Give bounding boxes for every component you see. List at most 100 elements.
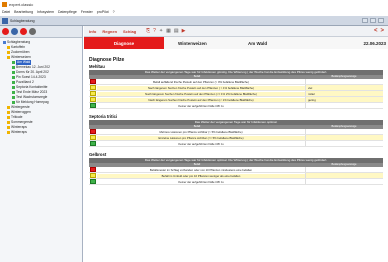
menu-item-0[interactable]: Datei [2, 10, 10, 14]
app-icon [2, 1, 7, 7]
tree-node-icon [12, 76, 15, 79]
minimize-button[interactable] [362, 18, 368, 23]
document-icon [2, 17, 8, 24]
status-indicator-icon[interactable] [90, 97, 96, 102]
tree-node-icon [7, 51, 10, 54]
wand-icon[interactable]: ✦ [159, 28, 163, 34]
row-value [305, 103, 383, 108]
menu-item-6[interactable]: ? [113, 10, 115, 14]
delete-icon[interactable] [20, 28, 27, 35]
document-titlebar: Schlagberatung [0, 16, 388, 26]
row-description: Befall auffallend frische Pusteln auf de… [153, 79, 249, 84]
row-value [305, 167, 383, 172]
menu-item-2[interactable]: Infosystem [37, 10, 54, 14]
menu-item-1[interactable]: Bearbeitung [14, 10, 33, 14]
close-button[interactable] [378, 18, 384, 23]
tree-item[interactable]: Winterraps [3, 130, 82, 135]
tree-item-label: Winterraps [11, 130, 27, 134]
diagnosis-banner: Diagnose Winterweizen Am Wald 22.06.2023 [84, 37, 388, 49]
row-description: Befallsnester im Schlag vorhanden oder v… [149, 167, 253, 172]
status-indicator-icon[interactable] [90, 103, 96, 108]
previous-arrow-icon[interactable]: < [374, 28, 378, 34]
row-value [305, 135, 383, 140]
row-description: Nach längerem Suchen frische Pusteln auf… [97, 91, 305, 96]
next-arrow-icon[interactable]: > [380, 28, 384, 34]
sidebar-toolbar [0, 26, 82, 38]
status-indicator-icon[interactable] [90, 167, 96, 172]
row-description: Keiner der aufgeführten Fälle trifft zu [178, 179, 224, 184]
calendar-icon[interactable]: ▤ [174, 28, 179, 34]
section-title: Mehltau [89, 64, 105, 69]
window-controls [362, 18, 384, 23]
field-label: Am Wald [248, 40, 268, 46]
table-row[interactable]: Keiner der aufgeführten Fälle trifft zu [89, 141, 383, 147]
menu-item-3[interactable]: Datenpflege [58, 10, 77, 14]
row-value [305, 173, 383, 178]
tree-node-icon [7, 46, 10, 49]
crop-tree: Schlagberatung Kartoffeln Zuckerrüben Winte… [0, 38, 82, 135]
row-description: Keiner der aufgeführten Fälle trifft zu [178, 141, 224, 146]
nav-toolbar: ⎘ ? ✦ ▦ ▤ ▶ [146, 28, 186, 34]
column-header-result: Befall [193, 75, 201, 78]
row-description: Nach längerem Suchen frische Pusteln auf… [97, 85, 305, 90]
module-label: Diagnose [84, 37, 164, 49]
stop-icon[interactable] [2, 28, 9, 35]
row-value [305, 141, 383, 146]
status-indicator-icon[interactable] [90, 135, 96, 140]
tree-node-icon [7, 111, 10, 114]
status-indicator-icon[interactable] [90, 179, 96, 184]
nav-tabs: Info Regnen Schlag ⎘ ? ✦ ▦ ▤ ▶ < > [84, 26, 388, 37]
tree-node-icon [7, 56, 10, 59]
status-indicator-icon[interactable] [90, 141, 96, 146]
table-row[interactable]: Keiner der aufgeführten Fälle trifft zu [89, 103, 383, 109]
tab-schlag[interactable]: Schlag [123, 29, 136, 34]
diagnosis-content: Diagnose Pilze Mehltau Das Wetter der ver… [84, 49, 388, 185]
status-indicator-icon[interactable] [90, 85, 96, 90]
row-value [305, 179, 383, 184]
row-description: Keiner der aufgeführten Fälle trifft zu [178, 103, 224, 108]
tree-node-icon [12, 91, 15, 94]
tree-node-icon [12, 101, 15, 104]
nav-arrows: < > [374, 28, 384, 34]
date-label: 22.06.2023 [363, 40, 386, 46]
section-title: Septoria tritici [89, 114, 118, 119]
status-indicator-icon[interactable] [90, 91, 96, 96]
maximize-button[interactable] [370, 18, 376, 23]
row-description: Nach längerem Suchen frische Pusteln auf… [97, 97, 305, 102]
main-panel: Info Regnen Schlag ⎘ ? ✦ ▦ ▤ ▶ < > Diagn… [84, 26, 388, 262]
tree-node-icon [7, 131, 10, 134]
app-title: expert.classic [9, 1, 34, 7]
tree-node-icon [7, 106, 10, 109]
grid-icon[interactable]: ▦ [166, 28, 171, 34]
status-indicator-icon[interactable] [90, 173, 96, 178]
sidebar: Schlagberatung Kartoffeln Zuckerrüben Winte… [0, 26, 83, 262]
table-row[interactable]: Keiner der aufgeführten Fälle trifft zu [89, 179, 383, 185]
tree-node-icon [12, 81, 15, 84]
menu-item-4[interactable]: Fenster [81, 10, 93, 14]
tab-info[interactable]: Info [89, 29, 96, 34]
row-value: viel [305, 85, 383, 90]
column-header-result: Befall [193, 125, 201, 128]
printer-icon[interactable]: ⎘ [146, 28, 150, 34]
row-description: Einzelne Läsionen pro Pflanze sichtbar (… [97, 135, 305, 140]
crop-label: Winterweizen [178, 40, 207, 46]
tree-node-icon [7, 116, 10, 119]
tree-node-icon [12, 96, 15, 99]
tree-node-icon [3, 41, 6, 44]
column-header-result: Befall [193, 163, 201, 166]
tree-node-icon [7, 126, 10, 129]
help-icon[interactable]: ? [153, 28, 156, 34]
tree-node-icon [7, 121, 10, 124]
row-description: Befall im Umfeld oder pro 10 Pflanzen we… [97, 173, 305, 178]
menu-item-5[interactable]: proPilot [97, 10, 109, 14]
status-indicator-icon[interactable] [90, 129, 96, 134]
refresh-icon[interactable] [11, 28, 18, 35]
menu-bar: Datei Bearbeitung Infosystem Datenpflege Fen… [0, 8, 388, 16]
settings-icon[interactable] [29, 28, 36, 35]
section-title: Gelbrost [89, 152, 107, 157]
row-value [305, 79, 383, 84]
row-value [305, 129, 383, 134]
tab-regnen[interactable]: Regnen [102, 29, 117, 34]
skip-icon[interactable]: ▶ [182, 28, 186, 34]
status-indicator-icon[interactable] [90, 79, 96, 84]
